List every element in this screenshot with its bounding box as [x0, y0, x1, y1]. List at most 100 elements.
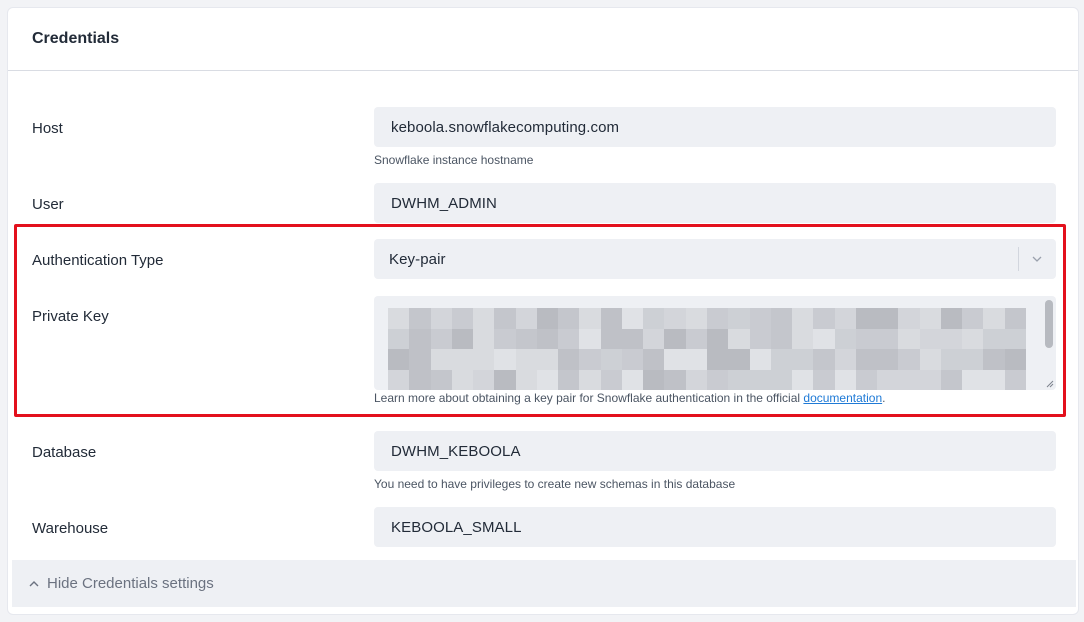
host-label: Host [32, 120, 63, 137]
redacted-pixel [749, 308, 771, 329]
redacted-pixel [600, 308, 622, 329]
redacted-pixel [600, 349, 622, 370]
redacted-pixel [877, 328, 899, 349]
redacted-pixel [706, 369, 729, 390]
warehouse-label: Warehouse [32, 520, 109, 537]
redacted-pixel [494, 328, 516, 349]
redacted-pixel [409, 308, 431, 329]
user-input-value: DWHM_ADMIN [391, 194, 497, 212]
redacted-pixel [749, 369, 771, 390]
redacted-pixel [983, 308, 1005, 329]
redacted-pixel [792, 308, 814, 329]
redacted-pixel [770, 349, 793, 370]
redacted-pixel [962, 349, 984, 370]
redacted-pixel [834, 349, 856, 370]
textarea-scrollbar[interactable] [1045, 300, 1053, 348]
redacted-pixel [536, 349, 559, 370]
redacted-pixel [558, 328, 580, 349]
redacted-pixel [983, 328, 1005, 349]
auth-type-select[interactable]: Key-pair [374, 239, 1056, 279]
private-key-textarea[interactable] [374, 296, 1056, 390]
redacted-pixel [898, 328, 920, 349]
redacted-pixel [579, 349, 601, 370]
redacted-pixel [451, 349, 474, 370]
redacted-pixel [877, 369, 899, 390]
redacted-pixel [940, 328, 963, 349]
redacted-pixel [728, 328, 750, 349]
redacted-pixel [728, 369, 750, 390]
redacted-pixel [792, 369, 814, 390]
hide-credentials-toggle[interactable]: Hide Credentials settings [12, 560, 1076, 607]
chevron-down-icon[interactable] [1030, 252, 1044, 266]
redacted-pixel [728, 308, 750, 329]
redacted-pixel [834, 369, 856, 390]
redacted-pixel [473, 369, 495, 390]
redacted-pixel [685, 328, 707, 349]
redacted-pixel [430, 308, 452, 329]
redacted-pixel [706, 349, 729, 370]
user-label: User [32, 196, 64, 213]
redacted-pixel [388, 349, 410, 370]
redacted-pixel [600, 328, 622, 349]
redacted-pixel [536, 328, 559, 349]
redacted-pixel [749, 328, 771, 349]
redacted-pixel [813, 328, 835, 349]
user-input[interactable]: DWHM_ADMIN [374, 183, 1056, 223]
redacted-pixel [536, 369, 559, 390]
auth-type-label: Authentication Type [32, 252, 164, 269]
database-label: Database [32, 444, 97, 461]
redacted-key-content [388, 308, 1026, 390]
host-help-text: Snowflake instance hostname [374, 153, 534, 167]
database-input[interactable]: DWHM_KEBOOLA [374, 431, 1056, 471]
resize-handle-icon[interactable] [1044, 378, 1054, 388]
database-help-text: You need to have privileges to create ne… [374, 477, 736, 491]
redacted-pixel [515, 308, 537, 329]
redacted-pixel [940, 369, 963, 390]
redacted-pixel [834, 308, 856, 329]
warehouse-input[interactable]: KEBOOLA_SMALL [374, 507, 1056, 547]
redacted-pixel [409, 349, 431, 370]
redacted-pixel [473, 328, 495, 349]
redacted-pixel [621, 328, 644, 349]
redacted-pixel [919, 369, 941, 390]
redacted-pixel [685, 308, 707, 329]
auth-type-selected-value: Key-pair [389, 250, 446, 268]
private-key-help-prefix: Learn more about obtaining a key pair fo… [374, 391, 804, 405]
warehouse-input-value: KEBOOLA_SMALL [391, 518, 522, 536]
documentation-link[interactable]: documentation [803, 391, 882, 405]
host-input-value: keboola.snowflakecomputing.com [391, 118, 620, 136]
redacted-pixel [855, 308, 878, 329]
redacted-pixel [813, 308, 835, 329]
redacted-pixel [643, 369, 665, 390]
redacted-pixel [855, 369, 878, 390]
redacted-pixel [621, 349, 644, 370]
redacted-pixel [664, 328, 686, 349]
redacted-pixel [600, 369, 622, 390]
database-input-value: DWHM_KEBOOLA [391, 442, 521, 460]
redacted-pixel [685, 349, 707, 370]
host-input[interactable]: keboola.snowflakecomputing.com [374, 107, 1056, 147]
redacted-pixel [877, 349, 899, 370]
redacted-pixel [962, 308, 984, 329]
redacted-pixel [643, 308, 665, 329]
private-key-help-text: Learn more about obtaining a key pair fo… [374, 391, 885, 405]
redacted-pixel [621, 308, 644, 329]
redacted-pixel [494, 349, 516, 370]
redacted-pixel [473, 308, 495, 329]
redacted-pixel [494, 308, 516, 329]
redacted-pixel [515, 349, 537, 370]
redacted-pixel [898, 349, 920, 370]
redacted-pixel [855, 328, 878, 349]
redacted-pixel [409, 369, 431, 390]
redacted-pixel [792, 349, 814, 370]
redacted-pixel [643, 349, 665, 370]
redacted-pixel [940, 349, 963, 370]
redacted-pixel [515, 328, 537, 349]
redacted-pixel [919, 308, 941, 329]
redacted-pixel [940, 308, 963, 329]
redacted-pixel [558, 349, 580, 370]
redacted-pixel [1004, 308, 1026, 329]
redacted-pixel [536, 308, 559, 329]
redacted-pixel [430, 349, 452, 370]
redacted-pixel [749, 349, 771, 370]
